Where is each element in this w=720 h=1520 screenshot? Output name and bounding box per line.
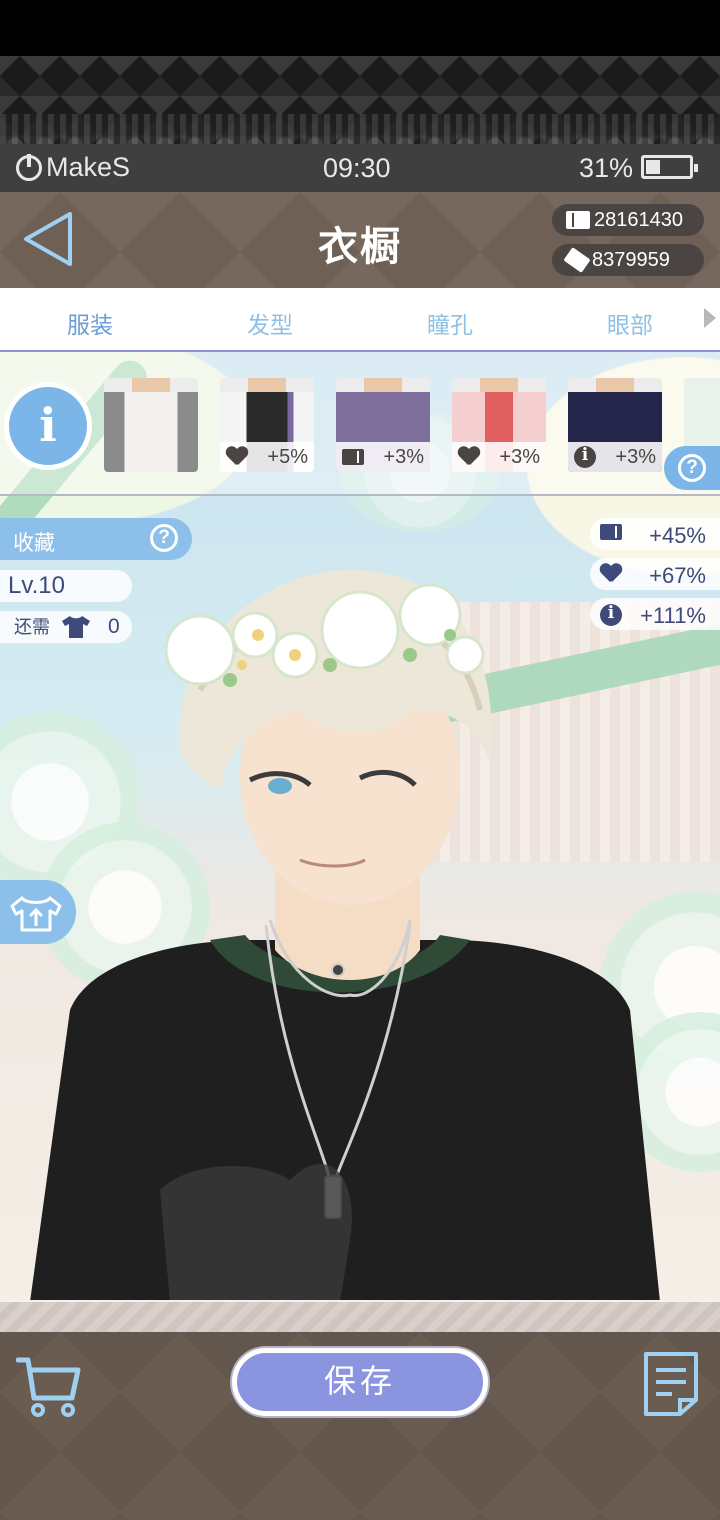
info-icon xyxy=(574,445,596,468)
currency-ticket: 8379959 xyxy=(552,244,704,276)
battery-icon xyxy=(641,155,698,179)
item-bonus-value: +3% xyxy=(615,445,656,468)
character-illustration xyxy=(30,570,660,1302)
item-card-3[interactable]: +3% xyxy=(336,378,430,472)
status-app: MakeS xyxy=(16,152,130,183)
item-shirt-white-jacket xyxy=(104,392,198,472)
top-black-band xyxy=(0,0,720,56)
tabs-scroll-right-icon[interactable] xyxy=(704,308,716,328)
currency-book-value: 28161430 xyxy=(594,208,683,231)
item-card-1[interactable] xyxy=(104,378,198,472)
currency-book: 28161430 xyxy=(552,204,704,236)
tab-eyes[interactable]: 眼部 xyxy=(550,306,710,340)
power-icon xyxy=(16,153,42,181)
item-bonus: +3% xyxy=(452,442,546,472)
help-button-strip[interactable]: ? xyxy=(664,446,720,490)
heart-icon xyxy=(226,447,248,467)
category-tabs: 服装 发型 瞳孔 眼部 xyxy=(0,288,720,355)
item-bonus: +3% xyxy=(336,442,430,472)
item-bonus-value: +3% xyxy=(383,445,424,468)
cart-icon[interactable] xyxy=(16,1354,82,1418)
item-strip: i +5% +3% +3% +3% xyxy=(0,352,720,496)
bottom-separator xyxy=(0,1300,720,1332)
lace-decoration xyxy=(0,56,720,144)
currency-ticket-value: 8379959 xyxy=(592,248,670,271)
item-card-2[interactable]: +5% xyxy=(220,378,314,472)
ticket-currency-icon xyxy=(563,247,591,273)
save-button[interactable]: 保存 xyxy=(232,1348,488,1416)
bottom-bar: 保存 xyxy=(0,1332,720,1520)
book-icon xyxy=(342,449,364,465)
item-bonus-value: +5% xyxy=(267,445,308,468)
item-bonus: +5% xyxy=(220,442,314,472)
wardrobe-side-button[interactable] xyxy=(0,880,76,944)
book-icon xyxy=(600,524,622,540)
tab-clothing[interactable]: 服装 xyxy=(10,306,170,355)
heart-icon xyxy=(458,447,480,467)
tab-hairstyle[interactable]: 发型 xyxy=(190,306,350,340)
item-bonus: +3% xyxy=(568,442,662,472)
app-name: MakeS xyxy=(46,152,131,182)
item-bonus-value: +3% xyxy=(499,445,540,468)
book-currency-icon xyxy=(566,211,590,229)
help-icon: ? xyxy=(678,454,706,482)
item-card-5[interactable]: +3% xyxy=(568,378,662,472)
info-button[interactable]: i xyxy=(4,382,92,470)
item-card-4[interactable]: +3% xyxy=(452,378,546,472)
tab-pupils[interactable]: 瞳孔 xyxy=(370,306,530,340)
status-bar: MakeS 09:30 31% xyxy=(0,144,720,192)
status-time: 09:30 xyxy=(323,153,391,183)
header: 衣橱 28161430 8379959 xyxy=(0,192,720,288)
notes-icon[interactable] xyxy=(640,1350,702,1418)
battery-percent: 31% xyxy=(579,153,634,183)
